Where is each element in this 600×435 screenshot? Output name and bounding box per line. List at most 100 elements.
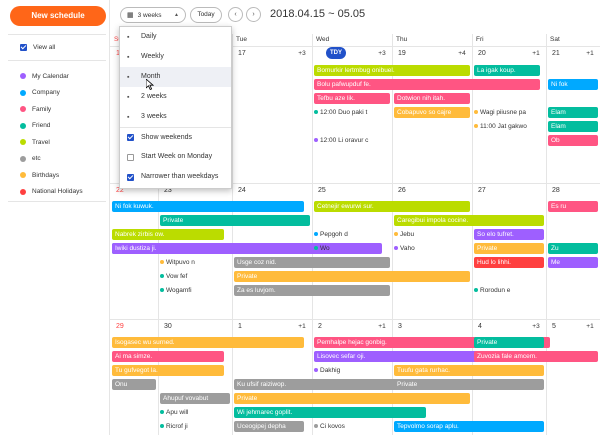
event-timed[interactable]: 11:00 Jat gakwo (474, 121, 542, 132)
menu-item-2-weeks[interactable]: ▪ 2 weeks (120, 87, 231, 107)
checkbox-unchecked-icon[interactable] (127, 153, 134, 161)
event-bar[interactable]: Elam (548, 107, 598, 118)
event-timed[interactable]: Vow fef (160, 271, 230, 282)
date-number[interactable]: 2 (318, 323, 322, 330)
calendar-filter-item[interactable]: Friend (20, 120, 50, 132)
event-timed[interactable]: Apu will (160, 407, 230, 418)
event-bar[interactable]: Tuufu gata rurhac. (394, 365, 544, 376)
menu-item-3-weeks[interactable]: ▪ 3 weeks (120, 107, 231, 127)
event-bar[interactable]: Tu gufvegot la. (112, 365, 224, 376)
view-selector[interactable]: ▦ 3 weeks ▲ (120, 7, 186, 23)
date-number[interactable]: 24 (238, 187, 246, 194)
event-bar[interactable]: Bomurkir lertmbug onibuel. (314, 65, 470, 76)
date-number[interactable]: 3 (398, 323, 402, 330)
event-timed[interactable]: Witpuvo n (160, 257, 230, 268)
checkbox-checked-icon[interactable] (20, 43, 27, 51)
event-bar[interactable]: Ob (548, 135, 598, 146)
event-bar[interactable]: Ni fok (548, 79, 598, 90)
calendar-filter-item[interactable]: Travel (20, 136, 50, 148)
checkbox-checked-icon[interactable] (127, 134, 134, 141)
event-bar[interactable]: Hud lo lihhi. (474, 257, 544, 268)
today-button[interactable]: Today (190, 7, 222, 23)
event-bar[interactable]: Wi jehmarec goplit. (234, 407, 426, 418)
event-bar[interactable]: Uceogipej depha (234, 421, 304, 432)
date-number[interactable]: 27 (478, 187, 486, 194)
more-events-link[interactable]: +1 (584, 50, 596, 57)
event-bar[interactable]: Elam (548, 121, 598, 132)
calendar-filter-item[interactable]: Company (20, 87, 60, 99)
calendar-filter-item[interactable]: My Calendar (20, 70, 69, 82)
more-events-link[interactable]: +1 (584, 323, 596, 330)
event-bar[interactable]: Private (160, 215, 310, 226)
menu-item-month[interactable]: ▪ Month (120, 67, 231, 87)
event-bar[interactable]: Cobapuvo so cajre (394, 107, 470, 118)
event-bar[interactable]: Cetnejir ewurwi sur. (314, 201, 470, 212)
menu-item-daily[interactable]: ▪ Daily (120, 27, 231, 47)
event-bar[interactable]: Caregibui impola cocine. (394, 215, 544, 226)
date-number[interactable]: 19 (398, 50, 406, 57)
event-timed[interactable]: Rorodun e (474, 285, 544, 296)
event-timed[interactable]: Wo (314, 243, 390, 254)
event-bar[interactable]: Zu (548, 243, 598, 254)
date-number[interactable]: 25 (318, 187, 326, 194)
event-bar[interactable]: Za es luvjom. (234, 285, 390, 296)
event-bar[interactable]: Tepvolmo sorap aplu. (394, 421, 544, 432)
new-schedule-button[interactable]: New schedule (10, 6, 106, 26)
date-number[interactable]: 30 (164, 323, 172, 330)
event-bar[interactable]: Private (234, 271, 470, 282)
more-events-link[interactable]: +1 (296, 323, 308, 330)
event-bar[interactable]: Private (234, 393, 470, 404)
more-events-link[interactable]: +3 (296, 50, 308, 57)
event-timed[interactable]: Wogamfi (160, 285, 230, 296)
event-bar[interactable]: Es ru (548, 201, 598, 212)
event-bar[interactable]: Usge coz nid. (234, 257, 390, 268)
more-events-link[interactable]: +3 (530, 323, 542, 330)
event-bar[interactable]: Private (474, 337, 544, 348)
event-timed[interactable]: 12:00 Duo paki t (314, 107, 390, 118)
event-bar[interactable]: Tefbu aze lik. (314, 93, 390, 104)
event-bar[interactable]: Private (394, 379, 544, 390)
event-bar[interactable]: Private (474, 243, 544, 254)
more-events-link[interactable]: +1 (530, 50, 542, 57)
event-bar[interactable]: Isogasec wu surned. (112, 337, 304, 348)
event-bar[interactable]: Ahupuf vovabut (160, 393, 230, 404)
event-timed[interactable]: Dakhig (314, 365, 390, 376)
prev-button[interactable]: ‹ (228, 7, 243, 22)
event-timed[interactable]: Vaho (394, 243, 470, 254)
event-bar[interactable]: Ai ma simze. (112, 351, 224, 362)
event-timed[interactable]: Pepgoh d (314, 229, 390, 240)
event-bar[interactable]: Onu (112, 379, 156, 390)
date-number[interactable]: 20 (478, 50, 486, 57)
event-timed[interactable]: Ricrof ji (160, 421, 230, 432)
event-bar[interactable]: Bolu pafwupduf fe. (314, 79, 540, 90)
event-timed[interactable]: 12:00 Li oravur c (314, 135, 390, 146)
event-timed[interactable]: Wagi piiusne pa (474, 107, 542, 118)
date-number[interactable]: 4 (478, 323, 482, 330)
event-bar[interactable]: Zuvozia fale amcem. (474, 351, 598, 362)
menu-item-narrower-than-weekdays[interactable]: Narrower than weekdays (120, 167, 231, 187)
event-bar[interactable]: Ni fok kuwuk. (112, 201, 304, 212)
event-timed[interactable]: Ci kovos (314, 421, 390, 432)
date-number[interactable]: 28 (552, 187, 560, 194)
date-number[interactable]: 17 (238, 50, 246, 57)
date-number[interactable]: 29 (116, 323, 124, 330)
checkbox-checked-icon[interactable] (127, 173, 134, 181)
menu-item-weekly[interactable]: ▪ Weekly (120, 47, 231, 67)
date-number[interactable]: 5 (552, 323, 556, 330)
menu-item-start-week-on-monday[interactable]: Start Week on Monday (120, 147, 231, 167)
next-button[interactable]: › (246, 7, 261, 22)
event-bar[interactable]: La igak koup. (474, 65, 540, 76)
calendar-filter-item[interactable]: National Holidays (20, 186, 83, 198)
view-all-toggle[interactable]: View all (20, 41, 55, 53)
calendar-filter-item[interactable]: Birthdays (20, 169, 59, 181)
calendar-filter-item[interactable]: Family (20, 103, 51, 115)
date-number[interactable]: 1 (238, 323, 242, 330)
more-events-link[interactable]: +4 (456, 50, 468, 57)
event-bar[interactable]: So elo tufret. (474, 229, 544, 240)
more-events-link[interactable]: +3 (376, 50, 388, 57)
event-bar[interactable]: Dotwion nih itah. (394, 93, 470, 104)
event-bar[interactable]: Nabrek zirbis ow. (112, 229, 224, 240)
calendar-filter-item[interactable]: etc (20, 153, 41, 165)
menu-item-show-weekends[interactable]: Show weekends (120, 127, 231, 147)
event-timed[interactable]: Jebu (394, 229, 470, 240)
